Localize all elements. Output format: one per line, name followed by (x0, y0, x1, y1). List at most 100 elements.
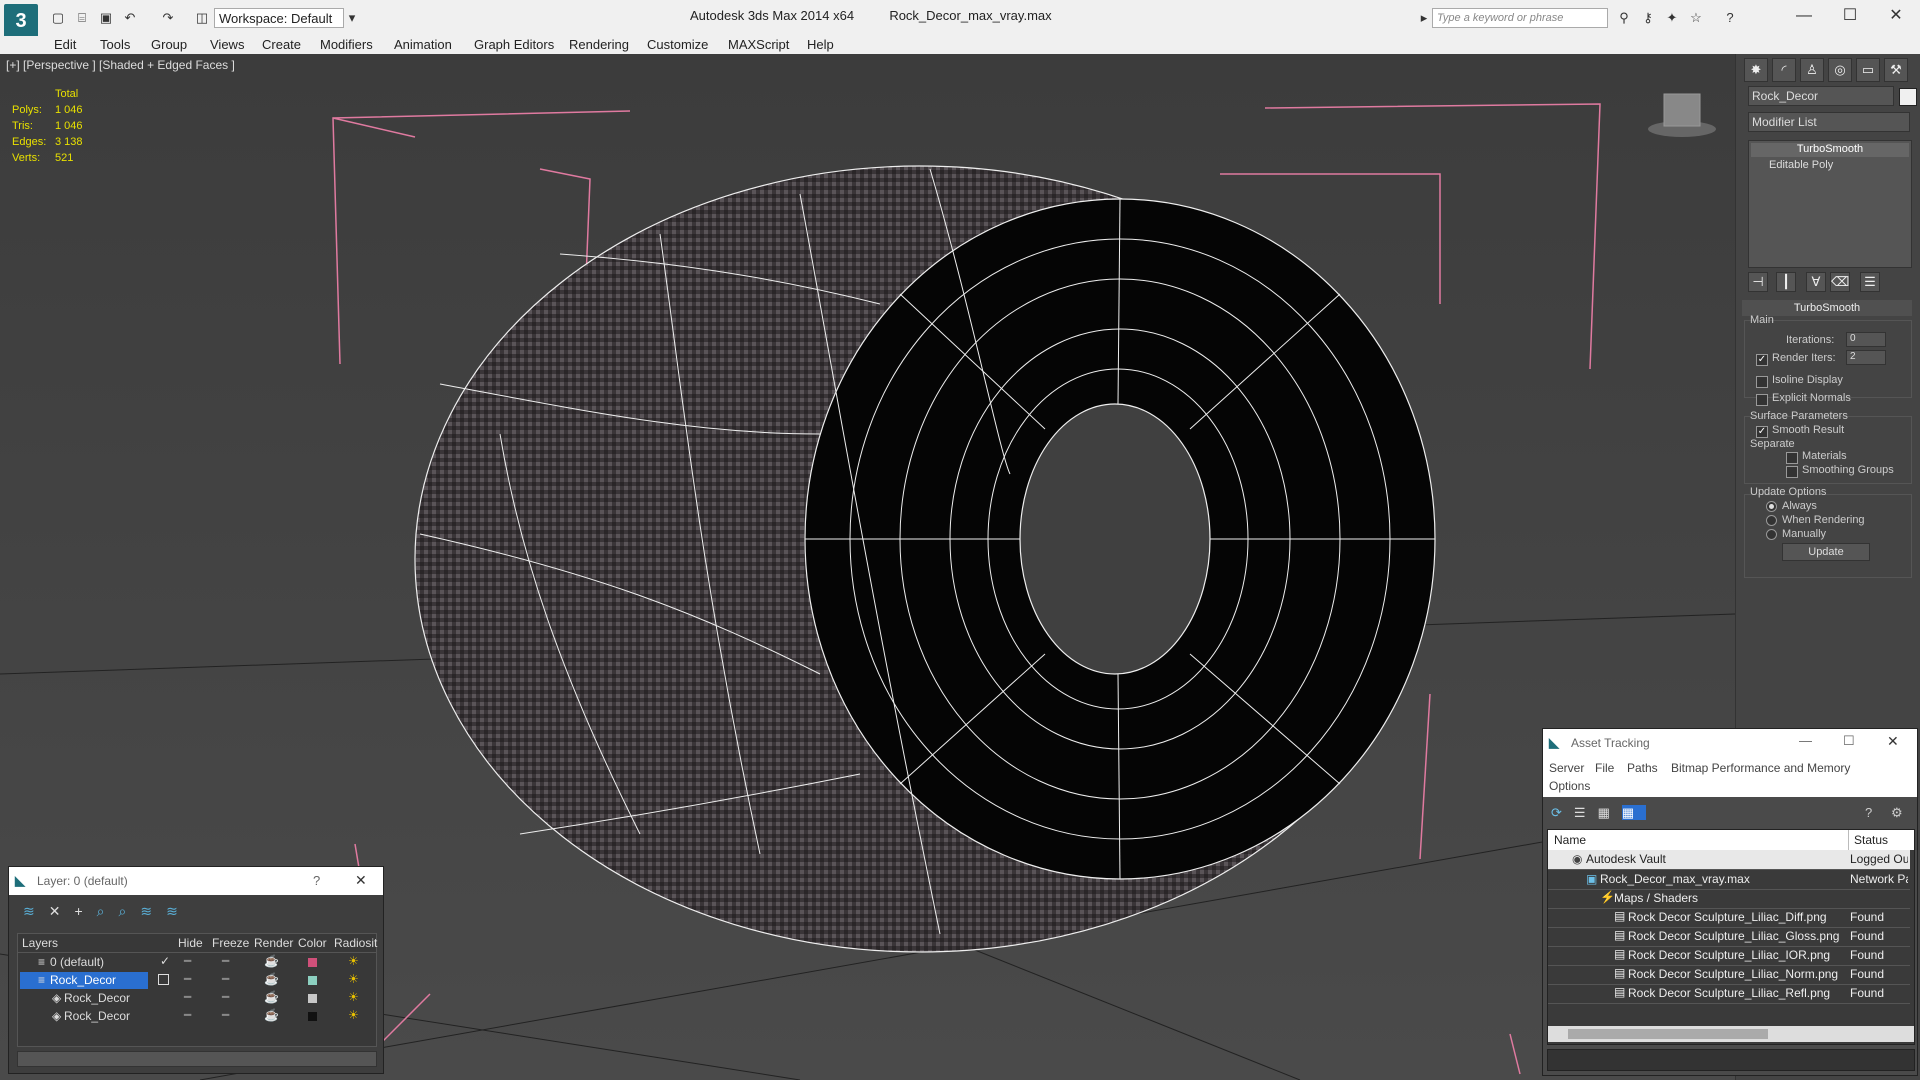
explicit-normals-checkbox[interactable] (1756, 394, 1768, 406)
save-file-icon[interactable]: ▣ (98, 10, 114, 26)
freeze-toggle[interactable]: ━ (222, 954, 229, 968)
help-button[interactable]: ? (313, 873, 320, 888)
hide-toggle[interactable]: ━ (184, 972, 191, 986)
configure-sets-icon[interactable]: ☰ (1860, 272, 1880, 292)
asset-row[interactable]: ▤ Rock Decor Sculpture_Liliac_Norm.png F… (1548, 965, 1910, 985)
hierarchy-tab-icon[interactable]: ♙ (1800, 58, 1824, 82)
workspace-dropdown[interactable]: Workspace: Default (214, 8, 344, 28)
chevron-down-icon[interactable]: ▾ (344, 10, 360, 26)
col-layers[interactable]: Layers (22, 936, 58, 950)
close-icon[interactable]: ✕ (355, 872, 367, 889)
grid-view-icon[interactable]: ▦ (1621, 805, 1647, 820)
render-iters-spinner[interactable]: 2 (1846, 350, 1886, 365)
col-color[interactable]: Color (298, 936, 327, 950)
minimize-icon[interactable]: — (1786, 2, 1822, 30)
add-to-layer-icon[interactable]: + (74, 903, 96, 919)
menu-customize[interactable]: Customize (647, 36, 708, 54)
hide-toggle[interactable]: ━ (184, 1008, 191, 1022)
display-tab-icon[interactable]: ▭ (1856, 58, 1880, 82)
minimize-icon[interactable]: — (1799, 733, 1812, 748)
col-freeze[interactable]: Freeze (212, 936, 249, 950)
materials-checkbox[interactable] (1786, 452, 1798, 464)
redo-icon[interactable]: ↷ (160, 10, 176, 26)
refresh-icon[interactable]: ⟳ (1551, 805, 1574, 820)
viewport-label[interactable]: [+] [Perspective ] [Shaded + Edged Faces… (6, 58, 235, 72)
active-box-icon[interactable] (158, 974, 169, 985)
help-icon[interactable]: ? (1722, 10, 1738, 26)
layer-color-swatch[interactable] (308, 1012, 317, 1021)
render-teapot-icon[interactable]: ☕ (264, 990, 279, 1004)
menu-options[interactable]: Options (1549, 779, 1590, 793)
pin-stack-icon[interactable]: ⊣ (1748, 272, 1768, 292)
menu-modifiers[interactable]: Modifiers (320, 36, 373, 54)
stack-item-editable-poly[interactable]: Editable Poly (1769, 159, 1833, 171)
menu-file[interactable]: File (1595, 761, 1614, 775)
viewcube-icon[interactable] (1648, 93, 1716, 137)
open-file-icon[interactable]: ⌸ (74, 10, 90, 26)
col-radiosity[interactable]: Radiosit (334, 936, 377, 950)
layer-row[interactable]: ◈ Rock_Decor ━ ━ ☕ ☀ (18, 1008, 378, 1026)
radiosity-icon[interactable]: ☀ (348, 1008, 359, 1022)
app-logo-icon[interactable]: 3 (4, 4, 38, 38)
asset-window-titlebar[interactable]: ◣ Asset Tracking — ☐ ✕ (1543, 729, 1917, 757)
layer-color-swatch[interactable] (308, 976, 317, 985)
undo-icon[interactable]: ↶ (122, 10, 138, 26)
make-unique-icon[interactable]: ∀ (1806, 272, 1826, 292)
remove-modifier-icon[interactable]: ⌫ (1830, 272, 1850, 292)
horizontal-scrollbar[interactable] (1548, 1026, 1914, 1042)
isoline-checkbox[interactable] (1756, 376, 1768, 388)
menu-server[interactable]: Server (1549, 761, 1584, 775)
binoculars-icon[interactable]: ⚲ (1616, 10, 1632, 26)
asset-row[interactable]: ▣ Rock_Decor_max_vray.max Network Path (1548, 870, 1910, 890)
menu-group[interactable]: Group (151, 36, 187, 54)
asset-row[interactable]: ⚡ Maps / Shaders (1548, 889, 1910, 909)
asset-row[interactable]: ◉ Autodesk Vault Logged Out (1548, 850, 1910, 870)
asset-row[interactable]: ▤ Rock Decor Sculpture_Liliac_Refl.png F… (1548, 984, 1910, 1004)
asset-row[interactable]: ▤ Rock Decor Sculpture_Liliac_Gloss.png … (1548, 927, 1910, 947)
iterations-spinner[interactable]: 0 (1846, 332, 1886, 347)
select-objects-icon[interactable]: ⌕ (97, 903, 119, 919)
menu-paths[interactable]: Paths (1627, 761, 1658, 775)
smooth-result-checkbox[interactable]: ✓ (1756, 426, 1768, 438)
menu-edit[interactable]: Edit (54, 36, 76, 54)
freeze-toggle[interactable]: ━ (222, 972, 229, 986)
list-view-icon[interactable]: ☰ (1574, 805, 1598, 820)
search-input[interactable]: Type a keyword or phrase (1432, 8, 1608, 28)
motion-tab-icon[interactable]: ◎ (1828, 58, 1852, 82)
layer-row[interactable]: ◈ Rock_Decor ━ ━ ☕ ☀ (18, 990, 378, 1008)
new-layer-icon[interactable]: ≋ (23, 903, 49, 919)
hide-toggle[interactable]: ━ (184, 954, 191, 968)
layer-color-swatch[interactable] (308, 958, 317, 967)
horizontal-scrollbar[interactable] (17, 1051, 377, 1067)
freeze-all-icon[interactable]: ≋ (166, 903, 192, 919)
help-icon[interactable]: ? (1865, 805, 1872, 820)
radiosity-icon[interactable]: ☀ (348, 990, 359, 1004)
hide-all-icon[interactable]: ≋ (140, 903, 166, 919)
menu-graph-editors[interactable]: Graph Editors (474, 36, 554, 54)
new-file-icon[interactable]: ▢ (50, 10, 66, 26)
layer-window-titlebar[interactable]: ◣ Layer: 0 (default) ? ✕ (9, 867, 383, 895)
show-end-result-icon[interactable]: ┃ (1776, 272, 1796, 292)
communication-icon[interactable]: ✦ (1664, 10, 1680, 26)
asset-row[interactable]: ▤ Rock Decor Sculpture_Liliac_IOR.png Fo… (1548, 946, 1910, 966)
col-hide[interactable]: Hide (178, 936, 203, 950)
menu-bitmap-performance[interactable]: Bitmap Performance and Memory (1671, 761, 1850, 775)
rock-decor-mesh[interactable] (414, 165, 1436, 953)
layer-row[interactable]: ≡ 0 (default) ✓ ━ ━ ☕ ☀ (18, 954, 378, 972)
col-status[interactable]: Status (1854, 833, 1888, 847)
menu-rendering[interactable]: Rendering (569, 36, 629, 54)
col-render[interactable]: Render (254, 936, 293, 950)
render-teapot-icon[interactable]: ☕ (264, 972, 279, 986)
smoothing-groups-checkbox[interactable] (1786, 466, 1798, 478)
when-rendering-radio[interactable] (1766, 515, 1777, 526)
layer-color-swatch[interactable] (308, 994, 317, 1003)
always-radio[interactable] (1766, 501, 1777, 512)
freeze-toggle[interactable]: ━ (222, 990, 229, 1004)
utilities-tab-icon[interactable]: ⚒ (1884, 58, 1908, 82)
key-icon[interactable]: ⚷ (1640, 10, 1656, 26)
radiosity-icon[interactable]: ☀ (348, 972, 359, 986)
maximize-icon[interactable]: ☐ (1832, 2, 1868, 30)
table-view-icon[interactable]: ▦ (1598, 805, 1622, 820)
menu-views[interactable]: Views (210, 36, 244, 54)
menu-help[interactable]: Help (807, 36, 834, 54)
